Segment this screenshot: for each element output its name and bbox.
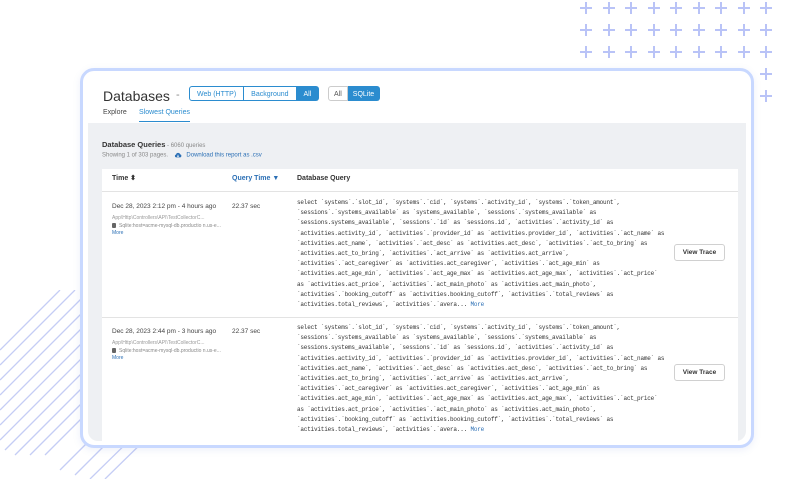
plus-icon xyxy=(602,46,615,58)
plus-icon xyxy=(580,2,592,14)
pagination-summary: Showing 1 of 303 pages. Download this re… xyxy=(102,152,262,159)
queries-table: Time ⬍ Query Time ▼ Database Query Dec 2… xyxy=(102,169,738,441)
plus-icon xyxy=(737,46,750,58)
plus-icon xyxy=(647,46,660,58)
databases-panel: Databases - Web (HTTP) Background All Al… xyxy=(88,75,746,441)
plus-icon xyxy=(647,2,660,14)
database-icon xyxy=(112,348,116,354)
tab-bar: Explore Slowest Queries xyxy=(88,107,746,122)
column-time[interactable]: Time ⬍ xyxy=(112,169,136,189)
row-connection-text: Sqlite:host=acme-mysql-db.productio n.us… xyxy=(119,348,221,354)
plus-icon xyxy=(692,2,705,14)
row-query-more-link[interactable]: More xyxy=(470,301,484,308)
download-csv-link[interactable]: Download this report as .csv xyxy=(186,153,261,159)
row-query: select `systems`.`slot_id`, `systems`.`c… xyxy=(297,323,665,435)
column-query-time[interactable]: Query Time ▼ xyxy=(232,169,279,189)
showing-text: Showing 1 of 303 pages. xyxy=(102,152,169,159)
plus-icon xyxy=(760,2,772,14)
title-separator: - xyxy=(176,89,180,101)
row-time: Dec 28, 2023 2:44 pm - 3 hours ago xyxy=(112,328,217,335)
plus-icon xyxy=(602,24,615,36)
plus-icon xyxy=(715,2,727,14)
view-trace-button[interactable]: View Trace xyxy=(674,364,725,381)
row-connection-text: Sqlite:host=acme-mysql-db.productio n.us… xyxy=(119,223,221,229)
plus-icon xyxy=(737,24,750,36)
page-title: Databases xyxy=(103,88,170,104)
row-connection-more-link[interactable]: More xyxy=(112,355,123,361)
plus-icon xyxy=(625,24,637,36)
plus-icon xyxy=(692,24,705,36)
database-filter: All SQLite xyxy=(328,86,381,101)
plus-icon xyxy=(760,90,772,102)
column-database-query: Database Query xyxy=(297,175,351,182)
row-connection-more-link[interactable]: More xyxy=(112,230,123,236)
row-query-text: select `systems`.`slot_id`, `systems`.`c… xyxy=(297,199,665,309)
section-title: Database Queries - 6060 queries xyxy=(102,140,205,149)
request-type-filter: Web (HTTP) Background All xyxy=(189,86,320,101)
plus-icon xyxy=(760,68,772,80)
row-query-time: 22.37 sec xyxy=(232,328,261,335)
plus-icon xyxy=(760,46,772,58)
plus-icon xyxy=(670,46,682,58)
cloud-download-icon xyxy=(174,152,182,158)
queries-section: Database Queries - 6060 queries Showing … xyxy=(88,123,746,441)
plus-icon xyxy=(737,2,750,14)
filter-all[interactable]: All xyxy=(296,86,320,101)
view-trace-button[interactable]: View Trace xyxy=(674,244,725,261)
row-controller-path: App\Http\Controllers\API\TestCollectorC.… xyxy=(112,340,205,346)
database-icon xyxy=(112,223,116,229)
plus-icon xyxy=(580,46,592,58)
query-count: - 6060 queries xyxy=(165,143,206,149)
plus-icon xyxy=(670,2,682,14)
plus-icon xyxy=(715,24,727,36)
section-title-text: Database Queries xyxy=(102,140,166,149)
header-divider xyxy=(102,191,738,192)
plus-icon xyxy=(670,24,682,36)
plus-icon xyxy=(692,46,705,58)
plus-icon xyxy=(647,24,660,36)
row-query-time: 22.37 sec xyxy=(232,203,261,210)
plus-icon xyxy=(625,2,637,14)
row-controller-path: App\Http\Controllers\API\TestCollectorC.… xyxy=(112,215,205,221)
row-divider xyxy=(102,317,738,318)
filter-background[interactable]: Background xyxy=(244,86,297,101)
row-query-more-link[interactable]: More xyxy=(470,426,484,433)
plus-icon xyxy=(715,46,727,58)
row-connection: Sqlite:host=acme-mysql-db.productio n.us… xyxy=(112,223,232,236)
tab-explore[interactable]: Explore xyxy=(103,107,127,121)
row-query: select `systems`.`slot_id`, `systems`.`c… xyxy=(297,198,665,310)
row-connection: Sqlite:host=acme-mysql-db.productio n.us… xyxy=(112,348,232,361)
plus-icon xyxy=(602,2,615,14)
db-filter-sqlite[interactable]: SQLite xyxy=(347,86,381,101)
plus-icon xyxy=(580,24,592,36)
row-time: Dec 28, 2023 2:12 pm - 4 hours ago xyxy=(112,203,217,210)
db-filter-all[interactable]: All xyxy=(328,86,348,101)
plus-icon xyxy=(760,24,772,36)
row-query-text: select `systems`.`slot_id`, `systems`.`c… xyxy=(297,324,665,434)
plus-icon xyxy=(625,46,637,58)
filter-web-http[interactable]: Web (HTTP) xyxy=(189,86,245,101)
tab-slowest-queries[interactable]: Slowest Queries xyxy=(139,107,190,122)
